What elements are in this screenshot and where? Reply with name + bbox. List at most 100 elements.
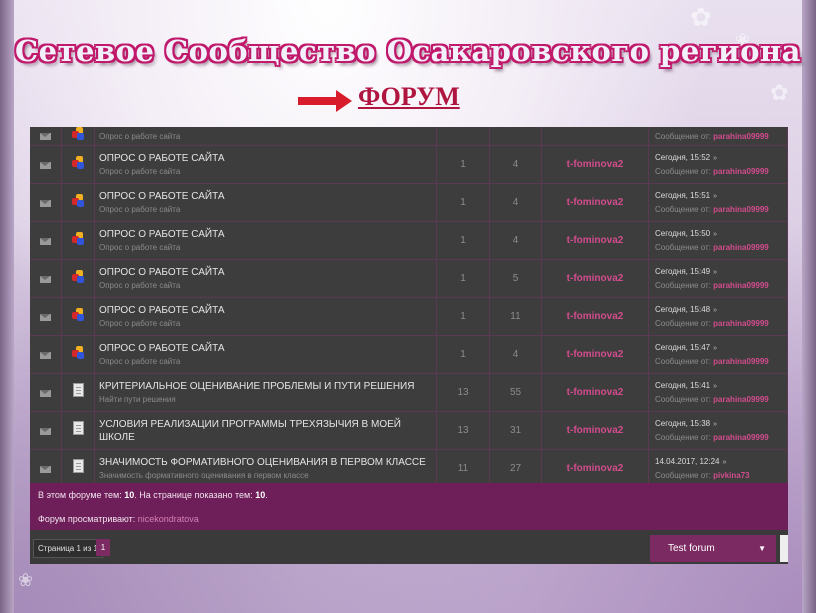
last-post-user-link[interactable]: parahina09999 xyxy=(713,243,769,252)
topic-count-prefix: В этом форуме тем: xyxy=(38,490,122,500)
go-to-last-post-icon[interactable]: » xyxy=(713,307,717,314)
last-post-user-link[interactable]: parahina09999 xyxy=(713,281,769,290)
replies-count: 13 xyxy=(436,373,490,412)
topic-description: Опрос о работе сайта xyxy=(99,131,181,141)
last-post-by: Сообщение от: parahina09999 xyxy=(655,317,787,330)
topic-description: Опрос о работе сайта xyxy=(99,356,181,366)
replies-count: 1 xyxy=(436,259,490,298)
last-post-user-link[interactable]: parahina09999 xyxy=(713,357,769,366)
topic-author-link[interactable]: t-fominova2 xyxy=(541,411,649,450)
viewer-username-link[interactable]: nicekondratova xyxy=(138,514,199,524)
topic-title-link[interactable]: ЗНАЧИМОСТЬ ФОРМАТИВНОГО ОЦЕНИВАНИЯ В ПЕР… xyxy=(99,456,436,469)
topic-icon-cell xyxy=(61,145,95,184)
last-post-date: Сегодня, 15:51» xyxy=(655,189,787,203)
viewers-line: Форум просматривают: nicekondratova xyxy=(38,514,199,524)
topic-author-link[interactable]: t-fominova2 xyxy=(541,373,649,412)
page-indicator: Страница 1 из 1 xyxy=(33,539,103,558)
topic-title-cell: ОПРОС О РАБОТЕ САЙТА Опрос о работе сайта xyxy=(94,297,437,336)
last-post-date: Сегодня, 15:41» xyxy=(655,379,787,393)
last-post-user-link[interactable]: parahina09999 xyxy=(713,205,769,214)
last-post-date-text: Сегодня, 15:48 xyxy=(655,305,711,314)
views-count: 4 xyxy=(489,183,542,222)
replies-count: 1 xyxy=(436,335,490,374)
last-post-user-link[interactable]: parahina09999 xyxy=(713,395,769,404)
replies-count: 1 xyxy=(436,145,490,184)
views-count: 27 xyxy=(489,449,542,488)
topic-status-cell xyxy=(30,183,62,222)
go-to-last-post-icon[interactable]: » xyxy=(713,345,717,352)
topic-status-cell xyxy=(30,373,62,412)
topic-title-link[interactable]: ОПРОС О РАБОТЕ САЙТА xyxy=(99,190,436,203)
topic-title-link[interactable]: ОПРОС О РАБОТЕ САЙТА xyxy=(99,342,436,355)
topic-status-cell xyxy=(30,127,62,146)
go-to-last-post-icon[interactable]: » xyxy=(713,231,717,238)
topic-title-link[interactable]: КРИТЕРИАЛЬНОЕ ОЦЕНИВАНИЕ ПРОБЛЕМЫ И ПУТИ… xyxy=(99,380,436,393)
topic-author-link[interactable] xyxy=(541,127,649,146)
go-to-last-post-icon[interactable]: » xyxy=(713,155,717,162)
last-post-user-link[interactable]: parahina09999 xyxy=(713,167,769,176)
document-icon xyxy=(72,421,84,435)
poll-icon xyxy=(72,155,84,169)
poll-icon xyxy=(72,345,84,359)
last-post-by-prefix: Сообщение от: xyxy=(655,243,711,252)
forum-jump-select[interactable]: Test forum ▼ xyxy=(650,535,776,562)
last-post-date-text: Сегодня, 15:38 xyxy=(655,419,711,428)
last-post-user-link[interactable]: pivkina73 xyxy=(713,471,749,480)
poll-icon xyxy=(72,193,84,207)
topic-status-cell xyxy=(30,335,62,374)
last-post-by: Сообщение от: parahina09999 xyxy=(655,241,787,254)
slide-title: Сетевое Сообщество Осакаровского региона xyxy=(15,34,801,68)
envelope-icon xyxy=(40,389,51,397)
last-post-date-text: 14.04.2017, 12:24 xyxy=(655,457,720,466)
last-post-by-prefix: Сообщение от: xyxy=(655,395,711,404)
go-to-last-post-icon[interactable]: » xyxy=(713,421,717,428)
topic-title-link[interactable]: ОПРОС О РАБОТЕ САЙТА xyxy=(99,228,436,241)
left-frame-edge xyxy=(0,0,14,613)
poll-icon xyxy=(72,127,84,140)
last-post-user-link[interactable]: parahina09999 xyxy=(713,132,769,141)
last-post-by-prefix: Сообщение от: xyxy=(655,281,711,290)
views-count: 4 xyxy=(489,221,542,260)
envelope-icon xyxy=(40,199,51,207)
last-post-date: Сегодня, 15:49» xyxy=(655,265,787,279)
poll-icon xyxy=(72,269,84,283)
topic-author-link[interactable]: t-fominova2 xyxy=(541,449,649,488)
topic-author-link[interactable]: t-fominova2 xyxy=(541,259,649,298)
topic-status-cell xyxy=(30,145,62,184)
topic-icon-cell xyxy=(61,127,95,146)
topic-title-link[interactable]: ОПРОС О РАБОТЕ САЙТА xyxy=(99,152,436,165)
topic-author-link[interactable]: t-fominova2 xyxy=(541,183,649,222)
topics-shown-prefix: . На странице показано тем: xyxy=(134,490,253,500)
forum-info-bar: В этом форуме тем: 10. На странице показ… xyxy=(30,483,788,530)
poll-icon xyxy=(72,307,84,321)
go-to-last-post-icon[interactable]: » xyxy=(713,269,717,276)
replies-count: 1 xyxy=(436,221,490,260)
right-frame-edge xyxy=(802,0,816,613)
last-post-cell: Сегодня, 15:48» Сообщение от: parahina099… xyxy=(648,297,788,336)
topic-title-cell: ЗНАЧИМОСТЬ ФОРМАТИВНОГО ОЦЕНИВАНИЯ В ПЕР… xyxy=(94,449,437,488)
topics-shown-count: 10 xyxy=(255,490,266,500)
topic-title-cell: ОПРОС О РАБОТЕ САЙТА Опрос о работе сайта xyxy=(94,183,437,222)
table-row: ОПРОС О РАБОТЕ САЙТА Опрос о работе сайта… xyxy=(30,183,788,222)
topic-author-link[interactable]: t-fominova2 xyxy=(541,145,649,184)
topic-icon-cell xyxy=(61,221,95,260)
topic-title-link[interactable]: ОПРОС О РАБОТЕ САЙТА xyxy=(99,266,436,279)
last-post-date-text: Сегодня, 15:51 xyxy=(655,191,711,200)
topic-title-link[interactable]: ОПРОС О РАБОТЕ САЙТА xyxy=(99,304,436,317)
topic-author-link[interactable]: t-fominova2 xyxy=(541,221,649,260)
topic-author-link[interactable]: t-fominova2 xyxy=(541,297,649,336)
document-icon xyxy=(72,383,84,397)
topic-title-link[interactable]: УСЛОВИЯ РЕАЛИЗАЦИИ ПРОГРАММЫ ТРЕХЯЗЫЧИЯ … xyxy=(99,418,436,444)
last-post-date-text: Сегодня, 15:47 xyxy=(655,343,711,352)
jump-go-button[interactable] xyxy=(780,535,788,562)
go-to-last-post-icon[interactable]: » xyxy=(713,383,717,390)
last-post-cell: Сегодня, 15:52» Сообщение от: parahina099… xyxy=(648,145,788,184)
current-page-button[interactable]: 1 xyxy=(96,539,110,556)
envelope-icon xyxy=(40,161,51,169)
topic-author-link[interactable]: t-fominova2 xyxy=(541,335,649,374)
flower-decoration-icon: ❀ xyxy=(18,570,34,590)
last-post-user-link[interactable]: parahina09999 xyxy=(713,319,769,328)
go-to-last-post-icon[interactable]: » xyxy=(723,459,727,466)
last-post-user-link[interactable]: parahina09999 xyxy=(713,433,769,442)
go-to-last-post-icon[interactable]: » xyxy=(713,193,717,200)
